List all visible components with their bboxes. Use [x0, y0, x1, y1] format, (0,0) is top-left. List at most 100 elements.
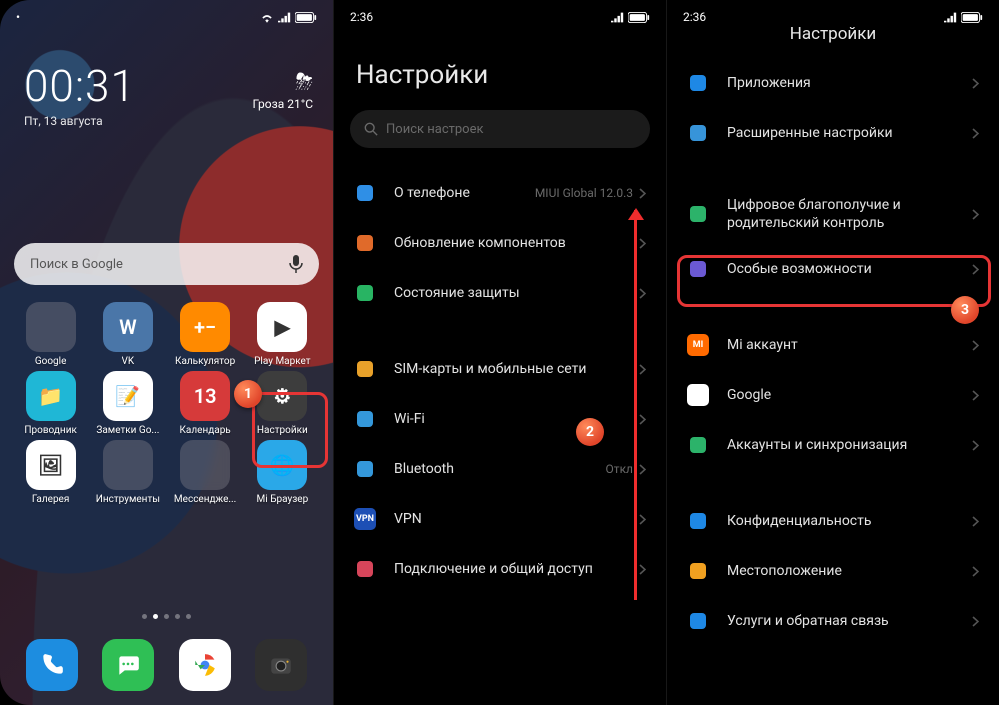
row-icon: VPN	[354, 508, 376, 530]
app-icon-инструменты[interactable]: Инструменты	[91, 440, 165, 505]
row-icon	[354, 558, 376, 580]
dock	[0, 639, 333, 691]
app-icon-google[interactable]: Google	[14, 302, 88, 367]
row-icon	[354, 458, 376, 480]
status-bar: 2:36	[667, 0, 999, 28]
search-placeholder: Поиск в Google	[30, 257, 123, 272]
app-icon-проводник[interactable]: 📁Проводник	[14, 371, 88, 436]
wifi-icon	[260, 12, 274, 23]
settings-row[interactable]: G Google	[667, 370, 999, 420]
row-value: MIUI Global 12.0.3	[535, 186, 633, 200]
dock-messages[interactable]	[102, 639, 154, 691]
settings-search[interactable]: Поиск настроек	[350, 110, 650, 148]
app-icon-калькулятор[interactable]: +−Калькулятор	[168, 302, 242, 367]
app-icon-play-маркет[interactable]: ▶Play Маркет	[245, 302, 319, 367]
row-label: Цифровое благополучие и родительский кон…	[727, 196, 972, 232]
app-label: Play Маркет	[254, 356, 311, 367]
app-icon-vk[interactable]: WVK	[91, 302, 165, 367]
row-icon	[687, 510, 709, 532]
app-label: Mi Браузер	[257, 494, 309, 505]
row-label: Конфиденциальность	[727, 512, 972, 530]
row-label: Google	[727, 386, 972, 404]
settings-row[interactable]: Состояние защиты	[334, 268, 666, 318]
weather-temp: 21°C	[287, 97, 313, 111]
row-icon: MI	[687, 334, 709, 356]
app-glyph: 🌐	[257, 440, 307, 490]
app-label: Календарь	[180, 425, 231, 436]
app-glyph: 📁	[26, 371, 76, 421]
chevron-right-icon	[972, 616, 979, 627]
folder-icon	[103, 440, 153, 490]
chevron-right-icon	[972, 340, 979, 351]
row-icon	[354, 408, 376, 430]
settings-row[interactable]: SIM-карты и мобильные сети	[334, 344, 666, 394]
clock-widget[interactable]: 00:31 Пт, 13 августа	[24, 60, 136, 128]
annotation-badge-1: 1	[234, 380, 262, 408]
chevron-right-icon	[639, 414, 646, 425]
dock-camera[interactable]	[255, 639, 307, 691]
settings-panel-main: 2:36 Настройки Поиск настроек О телефоне…	[333, 0, 666, 705]
row-label: Приложения	[727, 74, 972, 92]
dock-phone[interactable]	[26, 639, 78, 691]
chevron-right-icon	[639, 464, 646, 475]
app-label: Заметки Go...	[96, 425, 159, 436]
google-search-bar[interactable]: Поиск в Google	[14, 243, 319, 285]
app-icon-галерея[interactable]: 🖼 Галерея	[14, 440, 88, 505]
row-value: Откл	[606, 462, 633, 476]
row-icon	[687, 203, 709, 225]
row-label: Состояние защиты	[394, 284, 639, 302]
row-icon	[354, 282, 376, 304]
folder-icon	[26, 302, 76, 352]
page-indicator	[0, 614, 333, 619]
annotation-badge-3: 3	[951, 296, 979, 324]
clock-date: Пт, 13 августа	[24, 114, 136, 128]
chevron-right-icon	[639, 188, 646, 199]
folder-icon	[180, 440, 230, 490]
settings-row[interactable]: Приложения	[667, 58, 999, 108]
settings-row[interactable]: Аккаунты и синхронизация	[667, 420, 999, 470]
row-icon	[687, 122, 709, 144]
settings-row[interactable]: Bluetooth Откл	[334, 444, 666, 494]
chevron-right-icon	[639, 238, 646, 249]
chevron-right-icon	[972, 390, 979, 401]
app-glyph: 🖼	[26, 440, 76, 490]
row-label: О телефоне	[394, 184, 535, 202]
clock-time: 00:31	[24, 60, 136, 112]
row-icon: G	[687, 384, 709, 406]
annotation-arrow	[634, 210, 637, 600]
settings-row[interactable]: Конфиденциальность	[667, 496, 999, 546]
chevron-right-icon	[972, 264, 979, 275]
settings-row[interactable]: Особые возможности	[667, 244, 999, 294]
settings-row[interactable]: Цифровое благополучие и родительский кон…	[667, 184, 999, 244]
app-icon-mi-браузер[interactable]: 🌐 Mi Браузер	[245, 440, 319, 505]
settings-row[interactable]: Обновление компонентов	[334, 218, 666, 268]
settings-row[interactable]: О телефоне MIUI Global 12.0.3	[334, 168, 666, 218]
weather-widget[interactable]: ⛈ Гроза 21°C	[253, 70, 313, 111]
weather-icon: ⛈	[253, 70, 313, 95]
app-icon-мессендже-[interactable]: Мессендже...	[168, 440, 242, 505]
settings-row[interactable]: Wi-Fi	[334, 394, 666, 444]
settings-row[interactable]: Расширенные настройки	[667, 108, 999, 158]
status-time: 2:36	[683, 10, 706, 24]
app-label: Мессендже...	[174, 494, 236, 505]
weather-label: Гроза	[253, 97, 285, 111]
chevron-right-icon	[639, 364, 646, 375]
app-label: Галерея	[32, 494, 69, 505]
row-icon	[687, 258, 709, 280]
settings-row[interactable]: Подключение и общий доступ	[334, 544, 666, 594]
home-screen-panel: • 00:31 Пт, 13 августа ⛈ Гроза 21°C Поис…	[0, 0, 333, 705]
settings-row[interactable]: Услуги и обратная связь	[667, 596, 999, 646]
settings-row[interactable]: MI Mi аккаунт	[667, 320, 999, 370]
settings-row[interactable]: Местоположение	[667, 546, 999, 596]
mic-icon[interactable]	[289, 255, 303, 273]
row-label: Местоположение	[727, 562, 972, 580]
chevron-right-icon	[639, 564, 646, 575]
settings-row[interactable]: VPN VPN	[334, 494, 666, 544]
app-glyph: 13	[180, 371, 230, 421]
battery-icon	[628, 12, 650, 23]
app-icon-заметки-go-[interactable]: 📝Заметки Go...	[91, 371, 165, 436]
app-label: VK	[122, 356, 135, 367]
dock-chrome[interactable]	[179, 639, 231, 691]
settings-panel-scrolled: 2:36 Настройки Приложения Расширенные на…	[666, 0, 999, 705]
app-icon-календарь[interactable]: 13 Календарь	[168, 371, 242, 436]
